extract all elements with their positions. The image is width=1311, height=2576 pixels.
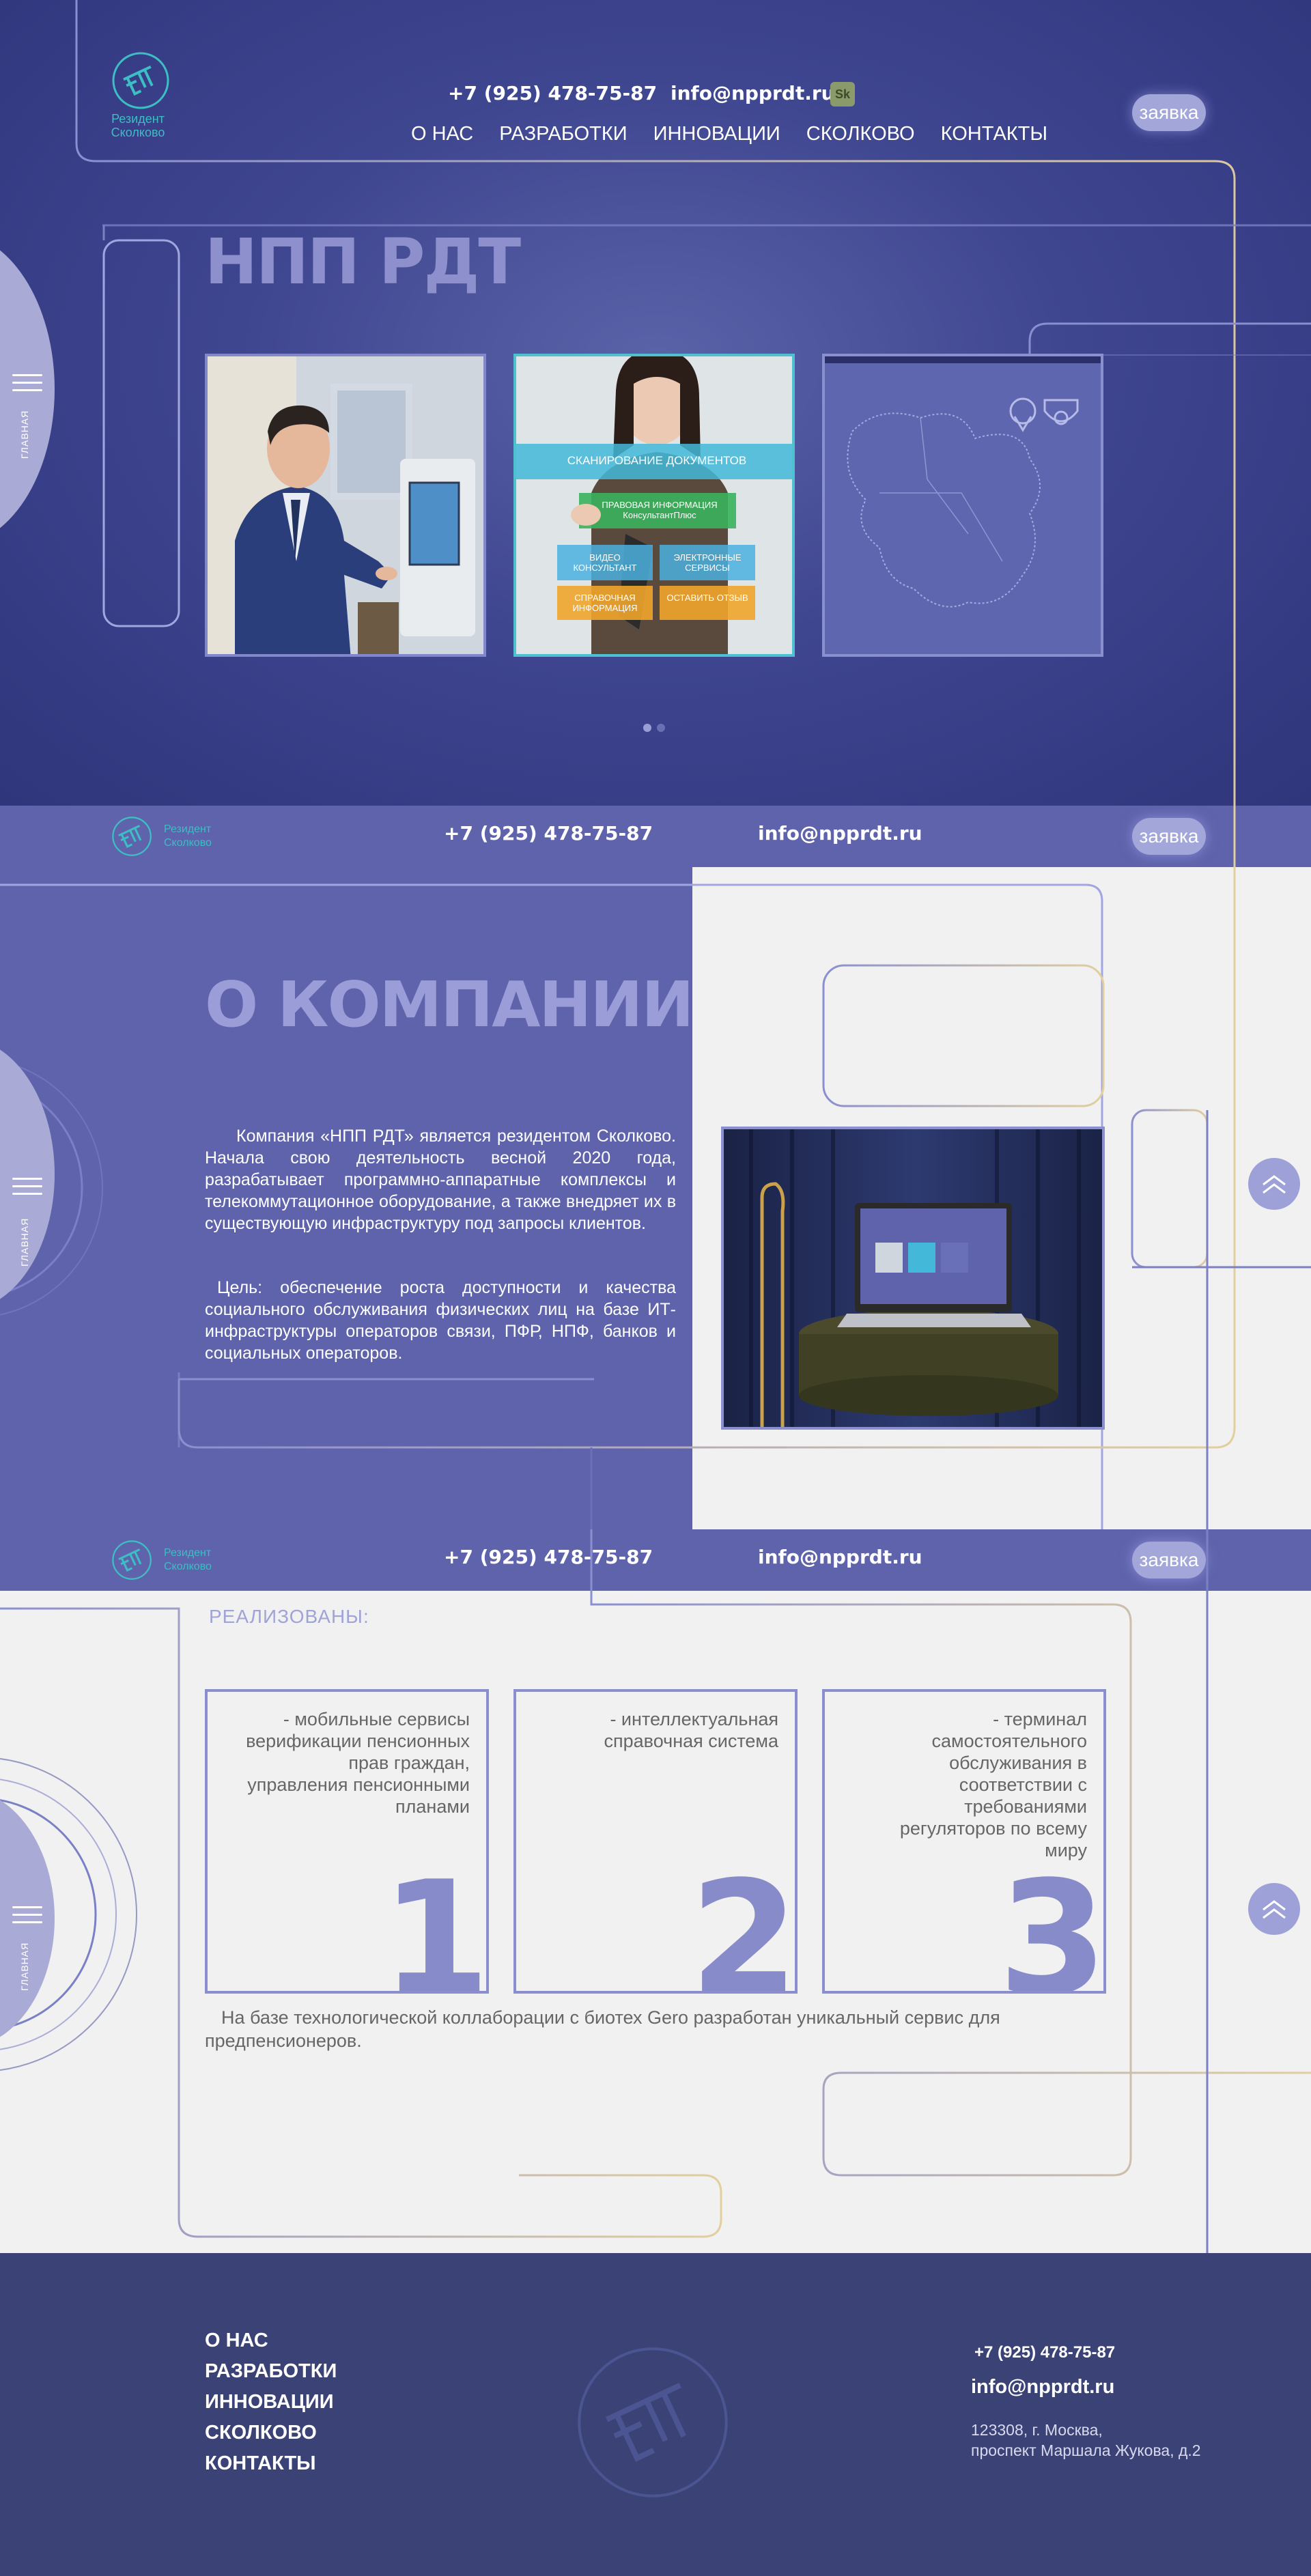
realized-section: Резидент Сколково +7 (925) 478-75-87 inf… [0, 1529, 1311, 2253]
footer-nav: О НАС РАЗРАБОТКИ ИННОВАЦИИ СКОЛКОВО КОНТ… [205, 2330, 337, 2475]
footer-nav-skolkovo[interactable]: СКОЛКОВО [205, 2422, 337, 2444]
realized-note: На базе технологической коллаборации с б… [205, 2007, 1000, 2051]
footer-nav-developments[interactable]: РАЗРАБОТКИ [205, 2360, 337, 2383]
hero-card-kiosk[interactable]: СКАНИРОВАНИЕ ДОКУМЕНТОВ ПРАВОВАЯ ИНФОРМА… [513, 354, 795, 657]
hero-section: Резидент Сколково +7 (925) 478-75-87 inf… [0, 0, 1311, 806]
nav-item-about[interactable]: О НАС [411, 123, 473, 145]
footer-nav-contacts[interactable]: КОНТАКТЫ [205, 2452, 337, 2475]
scroll-top-button-2[interactable] [1248, 1883, 1300, 1935]
skolkovo-badge[interactable]: Sk [830, 82, 855, 107]
hamburger-icon[interactable] [12, 1178, 42, 1198]
footer-address-line-2: проспект Маршала Жукова, д.2 [971, 2441, 1201, 2459]
slider-dots [643, 724, 665, 732]
about-paragraph-1: Компания «НПП РДТ» является резидентом С… [205, 1127, 676, 1233]
kiosk-menu-info: СПРАВОЧНАЯ ИНФОРМАЦИЯ [572, 593, 638, 613]
hero-card-map[interactable] [822, 354, 1103, 657]
logo-mark-icon [112, 52, 169, 109]
realized-card-3-number: 3 [998, 1848, 1106, 1994]
footer-phone[interactable]: +7 (925) 478-75-87 [974, 2343, 1115, 2362]
footer-nav-innovations[interactable]: ИННОВАЦИИ [205, 2391, 337, 2414]
nav-item-contacts[interactable]: КОНТАКТЫ [941, 123, 1047, 145]
location-pin-icon [1009, 397, 1037, 425]
nav-item-developments[interactable]: РАЗРАБОТКИ [499, 123, 627, 145]
realized-card-1[interactable]: - мобильные сервисы верификации пенсионн… [205, 1689, 489, 1994]
kiosk-menu-scan: СКАНИРОВАНИЕ ДОКУМЕНТОВ [567, 454, 747, 467]
laptop-photo [724, 1129, 1102, 1427]
slider-dot-1[interactable] [643, 724, 651, 732]
realized-heading: РЕАЛИЗОВАНЫ: [209, 1606, 369, 1627]
logo[interactable]: Резидент Сколково [102, 49, 173, 139]
realized-card-1-text: - мобильные сервисы верификации пенсионн… [246, 1709, 470, 1817]
double-chevron-up-icon [1263, 1900, 1286, 1919]
logo-text-2: Сколково [111, 126, 165, 139]
main-nav: О НАС РАЗРАБОТКИ ИННОВАЦИИ СКОЛКОВО КОНТ… [411, 123, 1047, 145]
about-title: О КОМПАНИИ [205, 968, 694, 1041]
footer-nav-about[interactable]: О НАС [205, 2330, 337, 2352]
realized-card-2[interactable]: - интеллектуальная справочная система 2 [513, 1689, 798, 1994]
realized-card-1-number: 1 [380, 1848, 489, 1994]
kiosk-menu-video: ВИДЕО КОНСУЛЬТАНТ [573, 552, 637, 573]
kiosk-menu-eservices: ЭЛЕКТРОННЫЕ СЕРВИСЫ [673, 552, 742, 573]
realized-card-2-number: 2 [689, 1848, 798, 1994]
footer-email[interactable]: info@npprdt.ru [971, 2376, 1114, 2398]
footer: О НАС РАЗРАБОТКИ ИННОВАЦИИ СКОЛКОВО КОНТ… [0, 2253, 1311, 2576]
header-phone[interactable]: +7 (925) 478-75-87 [448, 82, 657, 104]
nav-item-innovations[interactable]: ИННОВАЦИИ [653, 123, 780, 145]
scroll-top-button[interactable] [1248, 1158, 1300, 1210]
realized-card-3[interactable]: - терминал самостоятельного обслуживания… [822, 1689, 1106, 1994]
side-menu-label: ГЛАВНАЯ [19, 410, 30, 459]
kiosk-menu-feedback: ОСТАВИТЬ ОТЗЫВ [666, 593, 748, 603]
hamburger-icon[interactable] [12, 1906, 42, 1927]
header-email[interactable]: info@npprdt.ru [671, 82, 835, 104]
realized-card-2-text: - интеллектуальная справочная система [604, 1709, 778, 1751]
realized-side-menu-label: ГЛАВНАЯ [19, 1942, 30, 1991]
nav-item-skolkovo[interactable]: СКОЛКОВО [806, 123, 915, 145]
about-section: Резидент Сколково +7 (925) 478-75-87 inf… [0, 806, 1311, 1529]
footer-address-line-1: 123308, г. Москва, [971, 2421, 1103, 2439]
hero-card-terminal[interactable] [205, 354, 486, 657]
city-map [825, 356, 1101, 608]
double-chevron-up-icon [1263, 1175, 1286, 1194]
hamburger-icon[interactable] [12, 374, 42, 395]
terminal-photo [208, 356, 483, 654]
realized-card-3-text: - терминал самостоятельного обслуживания… [899, 1709, 1087, 1860]
kiosk-menu-legal: ПРАВОВАЯ ИНФОРМАЦИЯ КонсультантПлюс [602, 500, 718, 520]
about-paragraph-2: Цель: обеспечение роста доступности и ка… [205, 1278, 676, 1363]
logo-text-1: Резидент [111, 112, 165, 126]
footer-logo-watermark-icon [578, 2347, 728, 2497]
request-button[interactable]: заявка [1132, 94, 1206, 131]
about-laptop-photo [721, 1127, 1105, 1430]
about-side-menu-label: ГЛАВНАЯ [19, 1217, 30, 1266]
slider-dot-2[interactable] [657, 724, 665, 732]
footer-address: 123308, г. Москва, проспект Маршала Жуко… [971, 2420, 1201, 2461]
hero-title: НПП РДТ [205, 225, 521, 298]
